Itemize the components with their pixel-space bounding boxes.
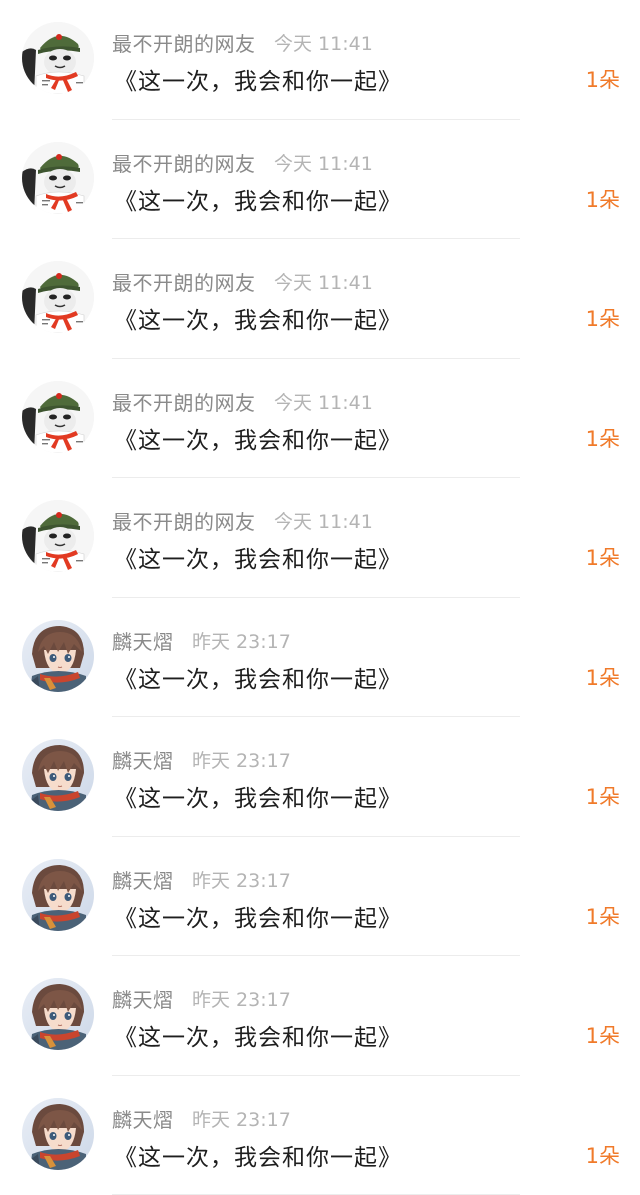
timestamp: 今天 11:41 xyxy=(274,388,373,415)
gift-count: 1朵 xyxy=(586,303,620,333)
timestamp: 今天 11:41 xyxy=(274,507,373,534)
anime-boy-icon xyxy=(22,978,94,1050)
gift-record-list: 最不开朗的网友今天 11:41《这一次，我会和你一起》1朵 最不开朗的网友今天 … xyxy=(0,0,640,1186)
list-item[interactable]: 麟天熠昨天 23:17 《这一次，我会和你一起》 1朵 xyxy=(0,956,640,1076)
list-item[interactable]: 最不开朗的网友今天 11:41 《这一次，我会和你一起》 1朵 xyxy=(0,239,640,359)
anime-boy-icon xyxy=(22,620,94,692)
list-item[interactable]: 最不开朗的网友今天 11:41 《这一次，我会和你一起》 1朵 xyxy=(0,0,640,120)
panda-meme-soldier-icon xyxy=(22,22,94,94)
message-text: 《这一次，我会和你一起》 xyxy=(114,1018,402,1052)
list-item[interactable]: 最不开朗的网友今天 11:41 《这一次，我会和你一起》 1朵 xyxy=(0,478,640,598)
list-item[interactable]: 麟天熠昨天 23:17 《这一次，我会和你一起》 1朵 xyxy=(0,598,640,718)
avatar[interactable] xyxy=(22,261,94,333)
username[interactable]: 最不开朗的网友 xyxy=(112,148,256,177)
timestamp: 昨天 23:17 xyxy=(192,866,291,893)
message-text: 《这一次，我会和你一起》 xyxy=(114,421,402,455)
panda-meme-soldier-icon xyxy=(22,500,94,572)
list-item[interactable]: 最不开朗的网友今天 11:41 《这一次，我会和你一起》 1朵 xyxy=(0,120,640,240)
list-item[interactable]: 最不开朗的网友今天 11:41 《这一次，我会和你一起》 1朵 xyxy=(0,359,640,479)
panda-meme-soldier-icon xyxy=(22,261,94,333)
username[interactable]: 最不开朗的网友 xyxy=(112,506,256,535)
anime-boy-icon xyxy=(22,739,94,811)
timestamp: 昨天 23:17 xyxy=(192,746,291,773)
message-text: 《这一次，我会和你一起》 xyxy=(114,182,402,216)
panda-meme-soldier-icon xyxy=(22,142,94,214)
timestamp: 昨天 23:17 xyxy=(192,627,291,654)
avatar[interactable] xyxy=(22,381,94,453)
message-text: 《这一次，我会和你一起》 xyxy=(114,899,402,933)
gift-count: 1朵 xyxy=(586,662,620,692)
message-text: 《这一次，我会和你一起》 xyxy=(114,660,402,694)
gift-count: 1朵 xyxy=(586,423,620,453)
username[interactable]: 麟天熠 xyxy=(112,1104,174,1133)
avatar[interactable] xyxy=(22,978,94,1050)
message-text: 《这一次，我会和你一起》 xyxy=(114,301,402,335)
timestamp: 昨天 23:17 xyxy=(192,1105,291,1132)
avatar[interactable] xyxy=(22,859,94,931)
gift-count: 1朵 xyxy=(586,781,620,811)
timestamp: 今天 11:41 xyxy=(274,149,373,176)
message-text: 《这一次，我会和你一起》 xyxy=(114,779,402,813)
gift-count: 1朵 xyxy=(586,1020,620,1050)
anime-boy-icon xyxy=(22,1098,94,1170)
message-text: 《这一次，我会和你一起》 xyxy=(114,62,402,96)
username[interactable]: 麟天熠 xyxy=(112,865,174,894)
gift-count: 1朵 xyxy=(586,64,620,94)
gift-count: 1朵 xyxy=(586,542,620,572)
avatar[interactable] xyxy=(22,1098,94,1170)
username[interactable]: 最不开朗的网友 xyxy=(112,387,256,416)
panda-meme-soldier-icon xyxy=(22,381,94,453)
gift-count: 1朵 xyxy=(586,1140,620,1170)
username[interactable]: 最不开朗的网友 xyxy=(112,28,256,57)
timestamp: 昨天 23:17 xyxy=(192,985,291,1012)
timestamp: 今天 11:41 xyxy=(274,29,373,56)
username[interactable]: 麟天熠 xyxy=(112,745,174,774)
timestamp: 今天 11:41 xyxy=(274,268,373,295)
list-item[interactable]: 麟天熠昨天 23:17 《这一次，我会和你一起》 1朵 xyxy=(0,717,640,837)
avatar[interactable] xyxy=(22,500,94,572)
username[interactable]: 最不开朗的网友 xyxy=(112,267,256,296)
message-text: 《这一次，我会和你一起》 xyxy=(114,1138,402,1172)
list-item[interactable]: 麟天熠昨天 23:17 《这一次，我会和你一起》 1朵 xyxy=(0,1076,640,1195)
username[interactable]: 麟天熠 xyxy=(112,626,174,655)
gift-count: 1朵 xyxy=(586,901,620,931)
avatar[interactable] xyxy=(22,739,94,811)
message-text: 《这一次，我会和你一起》 xyxy=(114,540,402,574)
username[interactable]: 麟天熠 xyxy=(112,984,174,1013)
anime-boy-icon xyxy=(22,859,94,931)
list-item[interactable]: 麟天熠昨天 23:17 《这一次，我会和你一起》 1朵 xyxy=(0,837,640,957)
avatar[interactable] xyxy=(22,142,94,214)
gift-count: 1朵 xyxy=(586,184,620,214)
avatar[interactable] xyxy=(22,22,94,94)
avatar[interactable] xyxy=(22,620,94,692)
